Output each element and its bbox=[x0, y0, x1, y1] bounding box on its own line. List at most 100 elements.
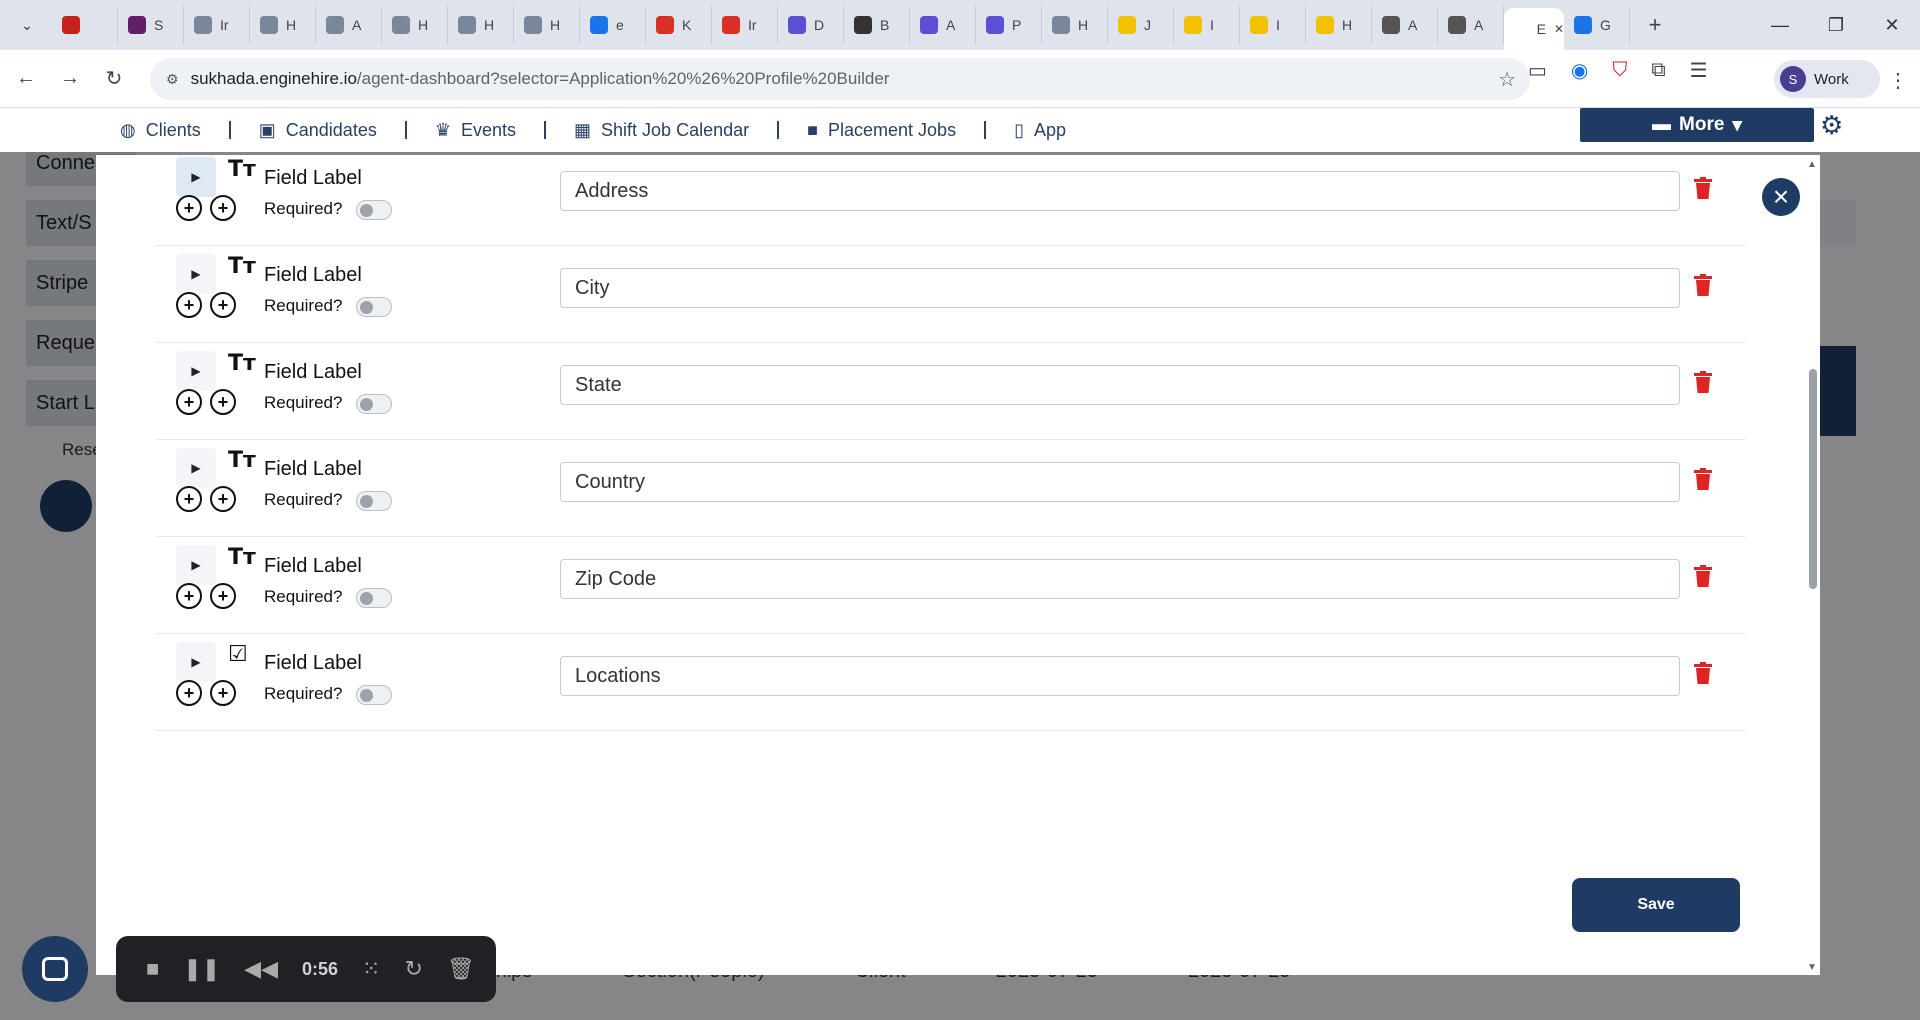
minimize-icon[interactable]: — bbox=[1752, 0, 1808, 50]
chat-widget-button[interactable] bbox=[22, 936, 88, 1002]
browser-tab[interactable]: H bbox=[514, 6, 580, 44]
browser-tab[interactable]: A bbox=[316, 6, 382, 44]
shield-extension-icon[interactable]: ⛉ bbox=[1612, 59, 1627, 82]
delete-field-icon[interactable] bbox=[1694, 565, 1712, 587]
add-nested-field-icon[interactable]: + bbox=[210, 583, 236, 609]
field-name-input[interactable]: City bbox=[560, 268, 1680, 308]
bookmark-star-icon[interactable]: ☆ bbox=[1498, 67, 1516, 92]
browser-tab[interactable]: D bbox=[778, 6, 844, 44]
more-menu-button[interactable]: ▬ More ▾ bbox=[1580, 108, 1814, 142]
delete-field-icon[interactable] bbox=[1694, 274, 1712, 296]
browser-tab[interactable]: B bbox=[844, 6, 910, 44]
add-field-icon[interactable]: + bbox=[176, 389, 202, 415]
browser-tab[interactable] bbox=[52, 6, 118, 44]
browser-menu-icon[interactable]: ⋮ bbox=[1888, 68, 1908, 93]
scroll-up-icon[interactable]: ▲ bbox=[1807, 159, 1817, 170]
add-field-icon[interactable]: + bbox=[176, 195, 202, 221]
tab-search-dropdown-icon[interactable]: ⌄ bbox=[10, 8, 44, 42]
browser-tab[interactable]: e bbox=[580, 6, 646, 44]
site-info-icon[interactable]: ⚙ bbox=[166, 71, 179, 88]
scroll-down-icon[interactable]: ▼ bbox=[1807, 962, 1817, 973]
grid-icon[interactable]: ⁙ bbox=[362, 956, 380, 982]
restart-icon[interactable]: ↻ bbox=[404, 956, 422, 982]
browser-tab[interactable]: H bbox=[250, 6, 316, 44]
browser-tab[interactable]: P bbox=[976, 6, 1042, 44]
new-tab-button[interactable]: + bbox=[1640, 12, 1670, 38]
expand-caret-button[interactable]: ▶ bbox=[176, 351, 216, 391]
required-toggle[interactable] bbox=[356, 491, 392, 511]
delete-field-icon[interactable] bbox=[1694, 371, 1712, 393]
browser-tab[interactable]: I bbox=[1174, 6, 1240, 44]
modal-scrollbar[interactable]: ▲ ▼ bbox=[1804, 155, 1820, 975]
browser-tab[interactable]: H bbox=[448, 6, 514, 44]
browser-tab[interactable]: G bbox=[1564, 6, 1630, 44]
required-toggle[interactable] bbox=[356, 394, 392, 414]
nav-events[interactable]: ♛ Events bbox=[407, 120, 547, 140]
browser-tab[interactable]: J bbox=[1108, 6, 1174, 44]
browser-tab[interactable]: A bbox=[1438, 6, 1504, 44]
add-nested-field-icon[interactable]: + bbox=[210, 680, 236, 706]
nav-placement-jobs[interactable]: ■ Placement Jobs bbox=[779, 120, 987, 140]
profile-button[interactable]: S Work bbox=[1774, 60, 1880, 98]
add-field-icon[interactable]: + bbox=[176, 583, 202, 609]
expand-caret-button[interactable]: ▶ bbox=[176, 254, 216, 294]
browser-tab[interactable]: Ir bbox=[712, 6, 778, 44]
pause-icon[interactable]: ❚❚ bbox=[183, 956, 220, 982]
save-button[interactable]: Save bbox=[1572, 878, 1740, 932]
reload-icon[interactable]: ↻ bbox=[92, 66, 136, 91]
close-window-icon[interactable]: ✕ bbox=[1864, 0, 1920, 50]
delete-field-icon[interactable] bbox=[1694, 662, 1712, 684]
media-icon[interactable]: ☰ bbox=[1690, 58, 1708, 83]
browser-tab[interactable]: H bbox=[382, 6, 448, 44]
field-name-input[interactable]: Address bbox=[560, 171, 1680, 211]
expand-caret-button[interactable]: ▶ bbox=[176, 157, 216, 197]
back-icon[interactable]: ← bbox=[4, 67, 48, 90]
add-nested-field-icon[interactable]: + bbox=[210, 195, 236, 221]
required-toggle[interactable] bbox=[356, 200, 392, 220]
gear-icon[interactable]: ⚙ bbox=[1820, 110, 1843, 141]
nav-app[interactable]: ▯ App bbox=[986, 120, 1094, 140]
delete-field-icon[interactable] bbox=[1694, 468, 1712, 490]
add-nested-field-icon[interactable]: + bbox=[210, 292, 236, 318]
stop-icon[interactable]: ■ bbox=[146, 956, 159, 982]
add-nested-field-icon[interactable]: + bbox=[210, 486, 236, 512]
add-nested-field-icon[interactable]: + bbox=[210, 389, 236, 415]
required-toggle[interactable] bbox=[356, 588, 392, 608]
add-field-icon[interactable]: + bbox=[176, 486, 202, 512]
cast-icon[interactable]: ▭ bbox=[1528, 58, 1547, 83]
field-name-input[interactable]: Zip Code bbox=[560, 559, 1680, 599]
browser-tab[interactable]: S bbox=[118, 6, 184, 44]
forward-icon[interactable]: → bbox=[48, 67, 92, 90]
field-name-input[interactable]: State bbox=[560, 365, 1680, 405]
delete-field-icon[interactable] bbox=[1694, 177, 1712, 199]
extension-badge-icon[interactable]: ◉ bbox=[1571, 58, 1588, 83]
required-toggle[interactable] bbox=[356, 297, 392, 317]
field-name-input[interactable]: Country bbox=[560, 462, 1680, 502]
maximize-icon[interactable]: ❐ bbox=[1808, 0, 1864, 50]
add-field-icon[interactable]: + bbox=[176, 680, 202, 706]
browser-tab[interactable]: E ✕ bbox=[1504, 8, 1564, 50]
browser-tab[interactable]: K bbox=[646, 6, 712, 44]
nav-candidates[interactable]: ▣ Candidates bbox=[231, 120, 407, 140]
expand-caret-button[interactable]: ▶ bbox=[176, 448, 216, 488]
expand-caret-button[interactable]: ▶ bbox=[176, 642, 216, 682]
browser-tab[interactable]: H bbox=[1306, 6, 1372, 44]
browser-tab[interactable]: H bbox=[1042, 6, 1108, 44]
puzzle-icon[interactable]: ⧉ bbox=[1651, 59, 1665, 82]
expand-caret-button[interactable]: ▶ bbox=[176, 545, 216, 585]
browser-tab[interactable]: A bbox=[910, 6, 976, 44]
nav-clients[interactable]: ◍ Clients bbox=[92, 120, 231, 140]
rewind-icon[interactable]: ◀◀ bbox=[244, 956, 278, 982]
trash-icon[interactable]: 🗑 bbox=[447, 956, 475, 982]
nav-shift-job-calendar[interactable]: ▦ Shift Job Calendar bbox=[546, 120, 780, 140]
add-field-icon[interactable]: + bbox=[176, 292, 202, 318]
browser-tab[interactable]: I bbox=[1240, 6, 1306, 44]
close-tab-icon[interactable]: ✕ bbox=[1554, 22, 1564, 36]
scrollbar-thumb[interactable] bbox=[1809, 369, 1817, 589]
required-toggle[interactable] bbox=[356, 685, 392, 705]
field-name-input[interactable]: Locations bbox=[560, 656, 1680, 696]
close-modal-button[interactable]: × bbox=[1762, 178, 1800, 216]
browser-tab[interactable]: A bbox=[1372, 6, 1438, 44]
address-bar[interactable]: ⚙ sukhada.enginehire.io/agent-dashboard?… bbox=[150, 58, 1530, 100]
browser-tab[interactable]: Ir bbox=[184, 6, 250, 44]
